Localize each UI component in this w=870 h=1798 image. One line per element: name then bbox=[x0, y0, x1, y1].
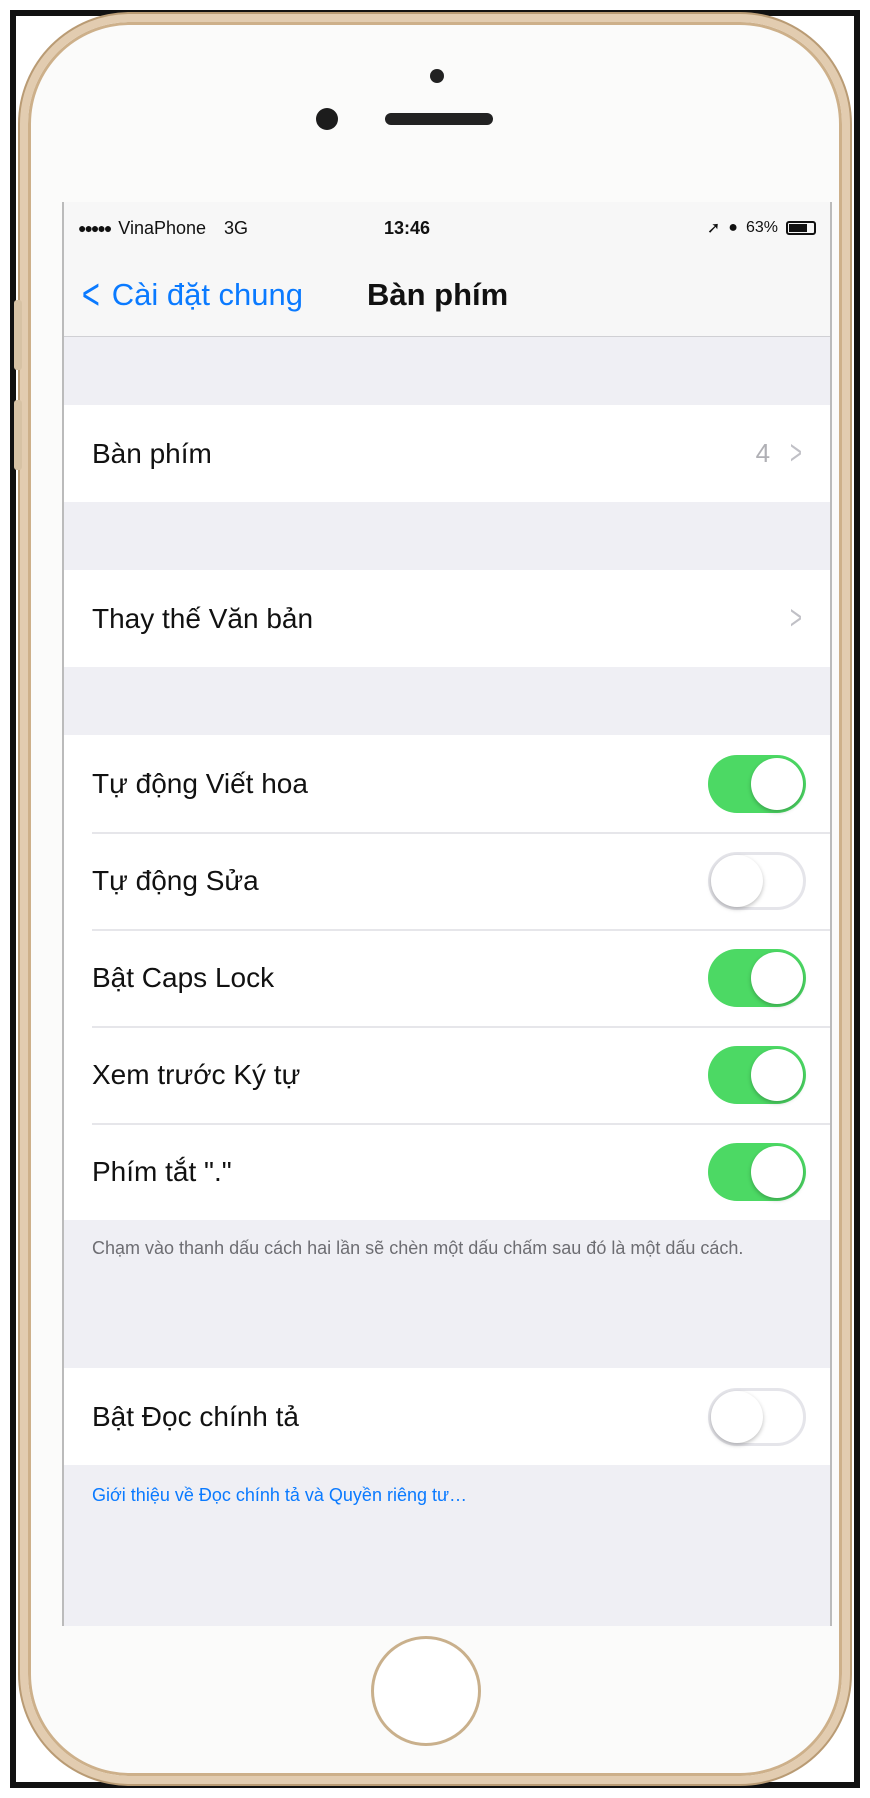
front-camera bbox=[316, 108, 338, 130]
volume-button-bottom bbox=[14, 400, 22, 470]
auto-correction-label: Tự động Sửa bbox=[92, 864, 259, 896]
auto-capitalization-toggle[interactable] bbox=[708, 754, 806, 813]
back-button[interactable]: < Cài đặt chung bbox=[64, 273, 303, 317]
navigation-bar: < Cài đặt chung Bàn phím bbox=[64, 254, 830, 337]
dictation-row: Bật Đọc chính tả bbox=[64, 1368, 830, 1465]
earpiece-speaker bbox=[385, 113, 493, 125]
toggle-knob bbox=[711, 854, 763, 907]
keyboards-row[interactable]: Bàn phím 4 > bbox=[64, 405, 830, 502]
toggle-knob bbox=[711, 1390, 763, 1443]
auto-capitalization-label: Tự động Viết hoa bbox=[92, 767, 308, 799]
toggles-group: Tự động Viết hoa Tự động Sửa Bật Caps Lo… bbox=[64, 735, 830, 1220]
caps-lock-label: Bật Caps Lock bbox=[92, 961, 275, 993]
alarm-icon: ● bbox=[728, 219, 738, 236]
status-left: ●●●●● VinaPhone 3G bbox=[78, 218, 248, 239]
chevron-left-icon: < bbox=[81, 270, 100, 319]
network-type: 3G bbox=[224, 217, 249, 238]
dictation-group: Bật Đọc chính tả bbox=[64, 1368, 830, 1465]
keyboards-group: Bàn phím 4 > bbox=[64, 405, 830, 502]
toggle-knob bbox=[751, 1145, 803, 1198]
auto-capitalization-row: Tự động Viết hoa bbox=[64, 735, 830, 832]
home-button[interactable] bbox=[371, 1636, 481, 1746]
phone-screen: ●●●●● VinaPhone 3G 13:46 ➚ ● 63% < Cài đ… bbox=[62, 202, 832, 1626]
status-time: 13:46 bbox=[384, 217, 431, 238]
keyboards-label: Bàn phím bbox=[92, 437, 212, 469]
dictation-toggle[interactable] bbox=[708, 1387, 806, 1446]
auto-correction-toggle[interactable] bbox=[708, 851, 806, 910]
toggle-knob bbox=[751, 951, 803, 1004]
battery-percent: 63% bbox=[745, 219, 778, 236]
dictation-privacy-link[interactable]: Giới thiệu về Đọc chính tả và Quyền riên… bbox=[64, 1465, 830, 1526]
page-title: Bàn phím bbox=[367, 277, 509, 312]
caps-lock-toggle[interactable] bbox=[708, 948, 806, 1007]
chevron-right-icon: > bbox=[790, 599, 803, 637]
character-preview-label: Xem trước Ký tự bbox=[92, 1058, 301, 1090]
chevron-right-icon: > bbox=[790, 434, 803, 472]
text-replacement-detail: > bbox=[786, 599, 806, 638]
text-replacement-group: Thay thế Văn bản > bbox=[64, 570, 830, 667]
dictation-label: Bật Đọc chính tả bbox=[92, 1400, 300, 1432]
period-shortcut-toggle[interactable] bbox=[708, 1142, 806, 1201]
keyboards-count: 4 bbox=[755, 438, 771, 468]
text-replacement-row[interactable]: Thay thế Văn bản > bbox=[64, 570, 830, 667]
proximity-sensor bbox=[430, 69, 444, 83]
back-button-label: Cài đặt chung bbox=[111, 277, 304, 312]
period-shortcut-row: Phím tắt "." bbox=[64, 1123, 830, 1220]
toggle-knob bbox=[751, 757, 803, 810]
carrier-name: VinaPhone bbox=[118, 217, 207, 238]
period-shortcut-label: Phím tắt "." bbox=[92, 1155, 232, 1187]
period-shortcut-footnote: Chạm vào thanh dấu cách hai lần sẽ chèn … bbox=[92, 1238, 744, 1258]
location-icon: ➚ bbox=[706, 220, 721, 237]
text-replacement-label: Thay thế Văn bản bbox=[92, 602, 314, 634]
status-right: ➚ ● 63% bbox=[707, 218, 816, 238]
character-preview-toggle[interactable] bbox=[708, 1045, 806, 1104]
battery-icon bbox=[786, 221, 816, 235]
auto-correction-row: Tự động Sửa bbox=[64, 832, 830, 929]
character-preview-row: Xem trước Ký tự bbox=[64, 1026, 830, 1123]
status-bar: ●●●●● VinaPhone 3G 13:46 ➚ ● 63% bbox=[64, 202, 830, 254]
keyboards-detail: 4 > bbox=[756, 434, 806, 473]
signal-strength-icon: ●●●●● bbox=[78, 220, 112, 236]
toggle-knob bbox=[751, 1048, 803, 1101]
caps-lock-row: Bật Caps Lock bbox=[64, 929, 830, 1026]
volume-button-top bbox=[14, 300, 22, 370]
